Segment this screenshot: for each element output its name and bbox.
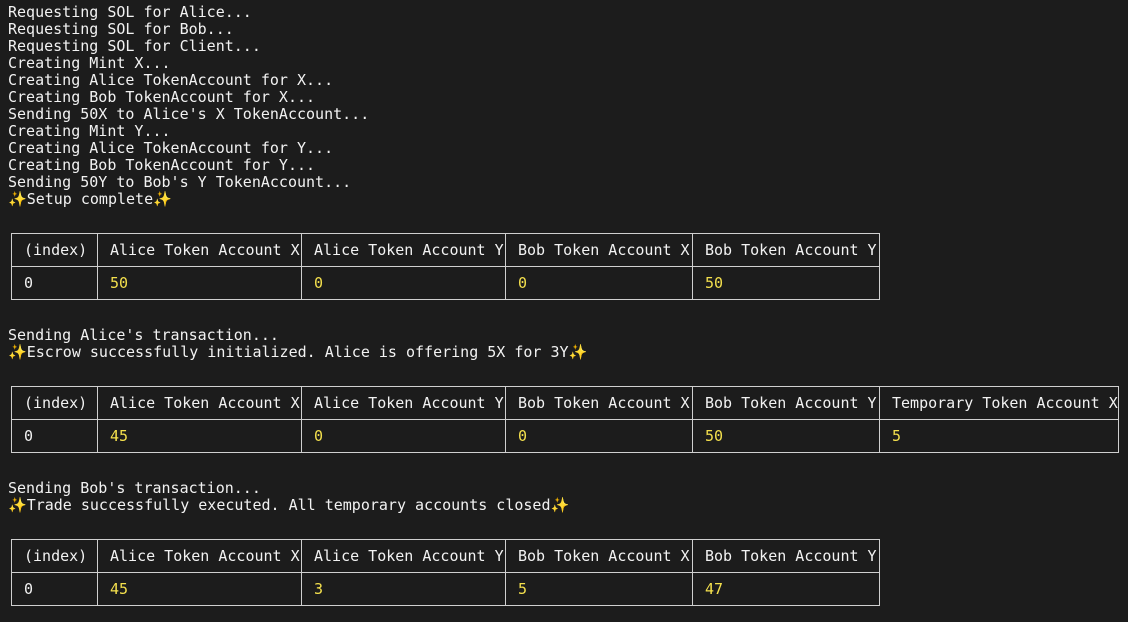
balance-cell: 5 <box>879 419 1119 453</box>
column-header: Bob Token Account X <box>505 539 693 573</box>
log-line: Creating Alice TokenAccount for X... <box>8 71 334 89</box>
table-header-row: (index) Alice Token Account X Alice Toke… <box>11 539 880 573</box>
setup-balances-table: (index) Alice Token Account X Alice Toke… <box>11 233 880 300</box>
balance-cell: 3 <box>301 572 506 606</box>
column-header: Bob Token Account Y <box>692 233 880 267</box>
log-line: Creating Mint Y... <box>8 122 171 140</box>
column-header: Alice Token Account Y <box>301 539 506 573</box>
sparkle-icon: ✨ <box>153 190 172 208</box>
trade-executed-line: ✨Trade successfully executed. All tempor… <box>8 497 569 514</box>
balance-cell: 47 <box>692 572 880 606</box>
log-line: Creating Mint X... <box>8 54 171 72</box>
log-line: Creating Alice TokenAccount for Y... <box>8 139 334 157</box>
table-row: 0 45 3 5 47 <box>11 572 880 606</box>
balance-cell: 45 <box>97 419 302 453</box>
column-header: (index) <box>11 233 98 267</box>
balance-cell: 50 <box>97 266 302 300</box>
balance-cell: 0 <box>505 419 693 453</box>
balance-cell: 0 <box>505 266 693 300</box>
log-line: Creating Bob TokenAccount for X... <box>8 88 316 106</box>
balance-cell: 50 <box>692 266 880 300</box>
balance-cell: 45 <box>97 572 302 606</box>
final-balances-table: (index) Alice Token Account X Alice Toke… <box>11 539 880 606</box>
escrow-balances-table: (index) Alice Token Account X Alice Toke… <box>11 386 1119 453</box>
column-header: Bob Token Account X <box>505 386 693 420</box>
balance-cell: 50 <box>692 419 880 453</box>
setup-complete-text: Setup complete <box>26 190 154 208</box>
log-line: Sending Alice's transaction... <box>8 326 279 344</box>
column-header: (index) <box>11 386 98 420</box>
column-header: Bob Token Account Y <box>692 539 880 573</box>
escrow-initialized-line: ✨Escrow successfully initialized. Alice … <box>8 344 587 361</box>
column-header: Alice Token Account X <box>97 539 302 573</box>
column-header: (index) <box>11 539 98 573</box>
table-header-row: (index) Alice Token Account X Alice Toke… <box>11 386 1119 420</box>
column-header: Alice Token Account Y <box>301 386 506 420</box>
setup-log: Requesting SOL for Alice... Requesting S… <box>8 4 369 208</box>
alice-transaction-log: Sending Alice's transaction... ✨Escrow s… <box>8 327 587 361</box>
table-header-row: (index) Alice Token Account X Alice Toke… <box>11 233 880 267</box>
setup-complete-line: ✨Setup complete✨ <box>8 191 369 208</box>
sparkle-icon: ✨ <box>8 496 27 514</box>
log-line: Sending Bob's transaction... <box>8 479 261 497</box>
balance-cell: 5 <box>505 572 693 606</box>
log-line: Creating Bob TokenAccount for Y... <box>8 156 316 174</box>
column-header: Bob Token Account X <box>505 233 693 267</box>
sparkle-icon: ✨ <box>550 496 570 514</box>
index-cell: 0 <box>11 266 98 300</box>
log-line: Requesting SOL for Alice... <box>8 3 252 21</box>
bob-transaction-log: Sending Bob's transaction... ✨Trade succ… <box>8 480 569 514</box>
column-header: Alice Token Account X <box>97 233 302 267</box>
index-cell: 0 <box>11 419 98 453</box>
sparkle-icon: ✨ <box>568 343 588 361</box>
column-header: Temporary Token Account X <box>879 386 1119 420</box>
escrow-initialized-text: Escrow successfully initialized. Alice i… <box>26 343 569 361</box>
balance-cell: 0 <box>301 266 506 300</box>
log-line: Sending 50X to Alice's X TokenAccount... <box>8 105 370 123</box>
table-row: 0 50 0 0 50 <box>11 266 880 300</box>
log-line: Requesting SOL for Client... <box>8 37 261 55</box>
column-header: Alice Token Account Y <box>301 233 506 267</box>
column-header: Alice Token Account X <box>97 386 302 420</box>
table-row: 0 45 0 0 50 5 <box>11 419 1119 453</box>
sparkle-icon: ✨ <box>8 343 27 361</box>
log-line: Sending 50Y to Bob's Y TokenAccount... <box>8 173 352 191</box>
trade-executed-text: Trade successfully executed. All tempora… <box>26 496 551 514</box>
column-header: Bob Token Account Y <box>692 386 880 420</box>
log-line: Requesting SOL for Bob... <box>8 20 234 38</box>
index-cell: 0 <box>11 572 98 606</box>
sparkle-icon: ✨ <box>8 190 27 208</box>
balance-cell: 0 <box>301 419 506 453</box>
